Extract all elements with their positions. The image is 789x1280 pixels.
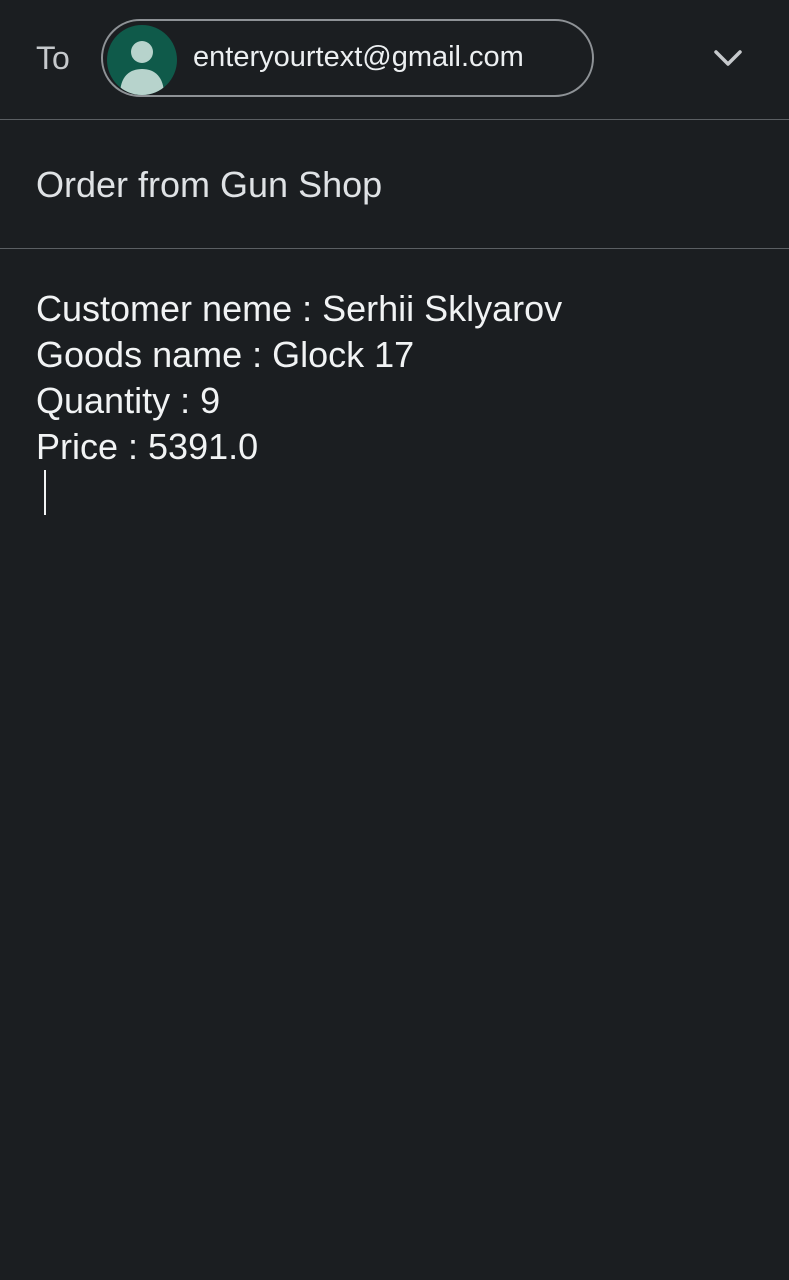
body-line-goods: Goods name : Glock 17: [36, 334, 415, 375]
subject-text: Order from Gun Shop: [36, 164, 383, 205]
to-label: To: [36, 40, 70, 76]
subject-field[interactable]: Order from Gun Shop: [0, 120, 789, 249]
body-line-customer: Customer neme : Serhii Sklyarov: [36, 288, 563, 329]
body-line-price: Price : 5391.0: [36, 426, 259, 467]
recipient-chip[interactable]: enteryourtext@gmail.com: [101, 19, 594, 97]
recipient-email: enteryourtext@gmail.com: [193, 41, 524, 73]
chevron-down-icon[interactable]: [706, 40, 750, 76]
to-field-row: To enteryourtext@gmail.com: [0, 0, 789, 120]
body-line-quantity: Quantity : 9: [36, 380, 221, 421]
person-icon: [107, 25, 177, 95]
message-body[interactable]: Customer neme : Serhii Sklyarov Goods na…: [36, 286, 756, 470]
text-cursor: [44, 470, 46, 515]
